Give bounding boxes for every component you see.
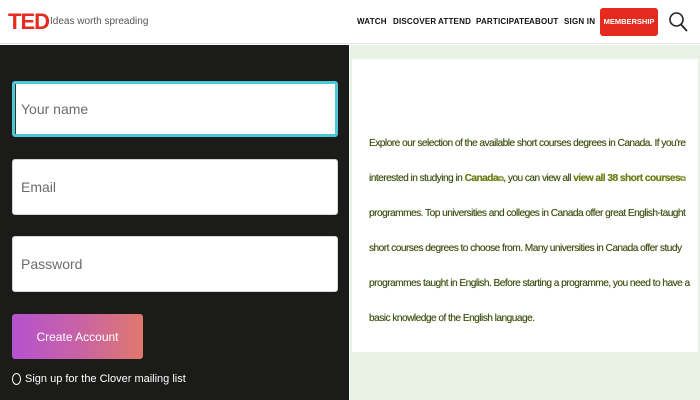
article-panel: Explore our selection of the available s…	[350, 45, 700, 400]
article-box: Explore our selection of the available s…	[352, 59, 698, 352]
article-text-2: , you can view all	[503, 173, 574, 184]
tagline: Ideas worth spreading	[50, 16, 149, 27]
top-navigation-bar: TED Ideas worth spreading WATCH DISCOVER…	[0, 0, 700, 44]
external-link-icon: ⧉	[680, 174, 686, 183]
signup-panel: Create Account Sign up for the Clover ma…	[0, 45, 349, 400]
mailing-list-radio[interactable]	[12, 373, 21, 385]
nav-discover[interactable]: DISCOVER	[393, 17, 436, 27]
email-field-wrapper	[12, 159, 338, 215]
email-input[interactable]	[13, 160, 337, 214]
view-all-courses-link[interactable]: view all 38 short courses	[573, 173, 680, 184]
search-icon[interactable]	[668, 11, 688, 33]
password-field-wrapper	[12, 236, 338, 292]
password-input[interactable]	[13, 237, 337, 291]
nav-watch[interactable]: WATCH	[357, 17, 387, 27]
name-field-wrapper	[12, 81, 338, 137]
ted-logo[interactable]: TED	[8, 10, 50, 34]
nav-sign-in[interactable]: SIGN IN	[564, 17, 595, 27]
canada-link[interactable]: Canada	[465, 173, 499, 184]
article-text-3: programmes. Top universities and college…	[369, 208, 690, 324]
name-input[interactable]	[15, 84, 335, 134]
mailing-list-label: Sign up for the Clover mailing list	[25, 373, 186, 385]
membership-button[interactable]: MEMBERSHIP	[600, 8, 658, 36]
nav-participate[interactable]: PARTICIPATE	[476, 17, 530, 27]
nav-attend[interactable]: ATTEND	[438, 17, 471, 27]
nav-about[interactable]: ABOUT	[529, 17, 558, 27]
article-paragraph: Explore our selection of the available s…	[369, 126, 693, 336]
create-account-button[interactable]: Create Account	[12, 314, 143, 359]
